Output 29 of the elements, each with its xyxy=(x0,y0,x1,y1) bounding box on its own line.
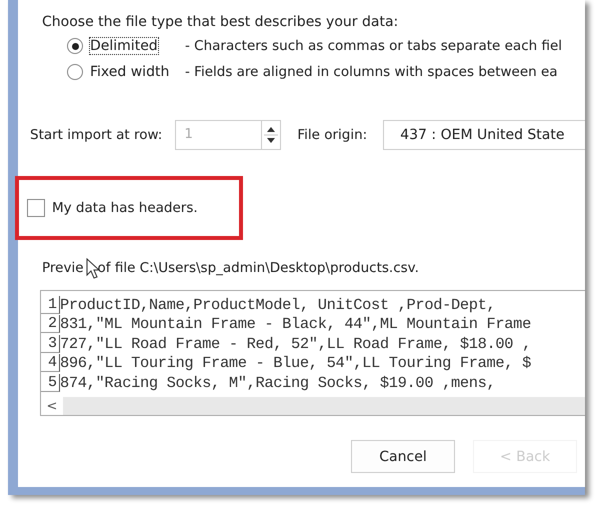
file-origin-dropdown[interactable]: 437 : OEM United State xyxy=(383,120,585,150)
cancel-button[interactable]: Cancel xyxy=(351,440,455,473)
radio-button[interactable] xyxy=(67,38,83,54)
start-row-label: Start import at row: xyxy=(30,127,162,143)
radio-button[interactable] xyxy=(67,64,83,80)
file-origin-label: File origin: xyxy=(297,127,368,143)
preview-line: 727,"LL Road Frame - Red, 52",LL Road Frame, $18.00 , xyxy=(60,334,531,353)
line-number: 3 xyxy=(41,334,60,353)
prompt-text: Choose the file type that best describes your data: xyxy=(42,14,400,30)
preview-line: 896,"LL Touring Frame - Blue, 54",LL Touring Frame, $ xyxy=(60,354,531,372)
preview-line: 831,"ML Mountain Frame - Black, 44",ML Mountain Frame xyxy=(60,315,531,334)
mouse-pointer-icon xyxy=(86,258,100,280)
line-number: 5 xyxy=(41,374,60,392)
preview-line: ProductID,Name,ProductModel, UnitCost ,Prod-Dept, xyxy=(60,296,496,314)
preview-caption: of file C:\Users\sp_admin\Desktop\products.csv. xyxy=(98,260,419,276)
headers-checkbox[interactable] xyxy=(27,199,45,217)
line-number: 4 xyxy=(41,354,60,372)
scroll-left-button[interactable]: < xyxy=(41,397,63,415)
preview-caption: Previe xyxy=(42,260,84,276)
option-description: - Characters such as commas or tabs separate each fiel xyxy=(185,38,562,54)
line-number: 2 xyxy=(41,315,60,334)
radio-label[interactable]: Delimited xyxy=(90,38,158,54)
preview-line: 874,"Racing Socks, M",Racing Socks, $19.00 ,mens, xyxy=(60,374,496,392)
option-description: - Fields are aligned in columns with spaces between ea xyxy=(185,64,558,80)
horizontal-scrollbar[interactable]: < xyxy=(41,397,585,415)
radio-label[interactable]: Fixed width xyxy=(90,64,170,80)
line-number: 1 xyxy=(41,296,60,314)
checkbox-label[interactable]: My data has headers. xyxy=(52,200,198,216)
spin-arrows-icon[interactable] xyxy=(261,121,280,149)
